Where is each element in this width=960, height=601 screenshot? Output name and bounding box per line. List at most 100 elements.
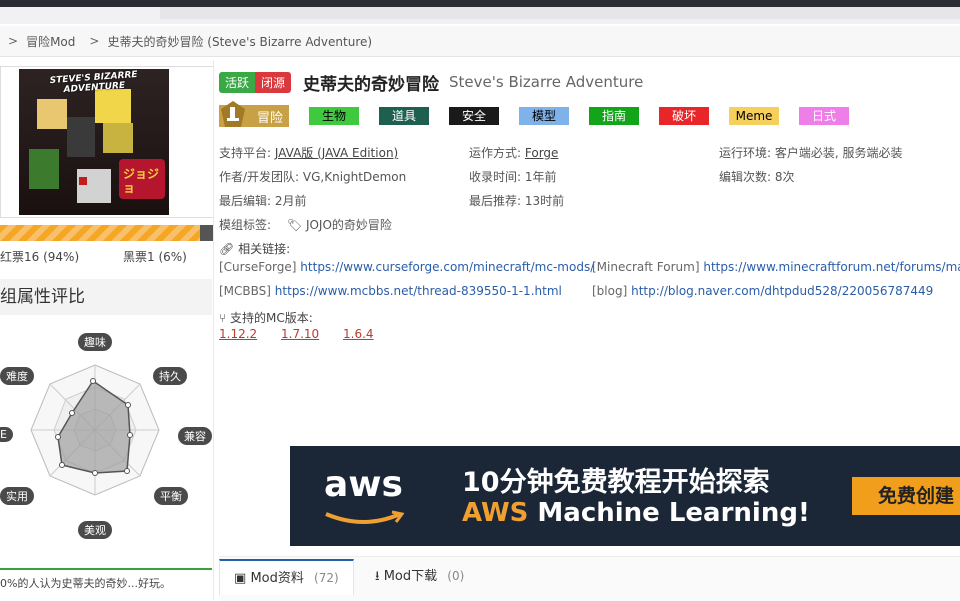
radar-label-balance: 平衡 [154, 487, 188, 505]
cover-image: ジョジョ STEVE'S BIZARRE ADVENTURE [19, 69, 169, 215]
runtime-link[interactable]: Forge [525, 146, 559, 160]
ad-headline: 10分钟免费教程开始探索 [462, 467, 770, 498]
version-list: 1.12.2 1.7.10 1.6.4 [219, 327, 394, 341]
tab-mod-info-count: (72) [314, 571, 339, 585]
branch-icon: ⑂ [219, 311, 227, 325]
radar-label-difficulty: 难度 [0, 367, 34, 385]
link-mcbbs: [MCBBS] https://www.mcbbs.net/thread-839… [219, 284, 562, 298]
breadcrumb-chevron-icon: > [89, 34, 100, 48]
links-heading-row: 🔗︎ 相关链接: [219, 240, 290, 257]
link-url-blog[interactable]: http://blog.naver.com/dhtpdud528/2200567… [631, 284, 933, 298]
info-tags: 模组标签: 🏷︎ JOJO的奇妙冒险 [219, 216, 392, 233]
tag-icon: 🏷︎ [286, 218, 303, 232]
ad-subheadline-rest: Machine Learning! [528, 498, 810, 528]
mod-title-row: 活跃 闭源 史蒂夫的奇妙冒险 Steve's Bizarre Adventure [219, 70, 644, 95]
info-platform: 支持平台: JAVA版 (JAVA Edition) [219, 144, 398, 161]
platform-link[interactable]: JAVA版 (JAVA Edition) [275, 146, 398, 160]
info-added: 收录时间: 1年前 [469, 168, 557, 185]
version-link[interactable]: 1.12.2 [219, 327, 257, 341]
mod-title-english: Steve's Bizarre Adventure [449, 73, 644, 91]
status-badge-closed-source: 闭源 [255, 71, 292, 93]
info-environment: 运行环境: 客户端必装, 服务端必装 [719, 144, 903, 161]
category-row: 冒险 生物 道具 安全 模型 指南 破坏 Meme 日式 [219, 101, 849, 128]
info-author: 作者/开发团队: VG,KnightDemon [219, 168, 406, 185]
version-link[interactable]: 1.7.10 [281, 327, 319, 341]
category-tag[interactable]: 生物 [309, 107, 359, 125]
cube-icon: ▣ [234, 571, 247, 586]
category-tag[interactable]: 安全 [449, 107, 499, 125]
env-label: 运行环境: [719, 146, 772, 160]
ad-subheadline-brand: AWS [462, 498, 529, 528]
radar-label-visuals: 美观 [78, 521, 112, 539]
category-tag[interactable]: 模型 [519, 107, 569, 125]
content-tabs: ▣ Mod资料 (72) ⭳ Mod下载 (0) [219, 556, 960, 601]
link-url-mcforum[interactable]: https://www.minecraftforum.net/forums/ma [703, 260, 960, 274]
link-mcforum: [Minecraft Forum] https://www.minecraftf… [592, 260, 960, 274]
top-strip-highlight [160, 7, 960, 19]
last-recommend-label: 最后推荐: [469, 194, 522, 208]
link-icon: 🔗︎ [219, 242, 235, 256]
link-site-blog: [blog] [592, 284, 628, 298]
edits-value: 8次 [774, 170, 795, 184]
platform-label: 支持平台: [219, 146, 272, 160]
link-site-mcbbs: [MCBBS] [219, 284, 271, 298]
author-value: VG,KnightDemon [302, 170, 407, 184]
black-votes: 黑票1 (6%) [123, 250, 187, 264]
category-labels: 生物 道具 安全 模型 指南 破坏 Meme 日式 [289, 107, 849, 125]
red-votes: 红票16 (94%) [0, 250, 80, 264]
link-site-curseforge: [CurseForge] [219, 260, 297, 274]
tag-jojo[interactable]: JOJO的奇妙冒险 [306, 218, 392, 232]
category-tag[interactable]: Meme [729, 107, 779, 125]
ad-subheadline: AWS Machine Learning! [462, 498, 810, 528]
mod-cover: ジョジョ STEVE'S BIZARRE ADVENTURE [0, 66, 214, 218]
adventure-icon [221, 101, 245, 127]
radar-label-fun: 趣味 [78, 333, 112, 351]
link-url-mcbbs[interactable]: https://www.mcbbs.net/thread-839550-1-1.… [275, 284, 562, 298]
radar-label-durability: 持久 [153, 367, 187, 385]
sidebar-divider [213, 60, 214, 600]
last-recommend-value: 13时前 [524, 194, 565, 208]
tab-mod-download[interactable]: ⭳ Mod下载 (0) [361, 559, 478, 593]
tags-label: 模组标签: [219, 218, 272, 232]
status-badge-active: 活跃 [219, 71, 256, 93]
links-heading: 相关链接: [238, 242, 291, 256]
aws-smile-icon [325, 510, 404, 524]
ad-cta-button[interactable]: 免费创建 [852, 477, 960, 515]
added-value: 1年前 [524, 170, 557, 184]
link-url-curseforge[interactable]: https://www.curseforge.com/minecraft/mc-… [300, 260, 594, 274]
rating-summary: 0%的人认为史蒂夫的奇妙...好玩。 [0, 568, 212, 600]
tab-mod-download-label: Mod下载 [383, 569, 438, 584]
vote-counts: 红票16 (94%) 黑票1 (6%) [0, 248, 212, 265]
info-runtime: 运作方式: Forge [469, 144, 558, 161]
vote-ratio-bar [0, 225, 213, 241]
category-tag[interactable]: 指南 [589, 107, 639, 125]
breadcrumb-item-adventure[interactable]: 冒险Mod [26, 33, 75, 50]
added-label: 收录时间: [469, 170, 522, 184]
breadcrumb-chevron-icon: > [8, 34, 19, 48]
radar-label-compatibility: 兼容 [178, 427, 212, 445]
category-tag[interactable]: 日式 [799, 107, 849, 125]
breadcrumb: > 冒险Mod > 史蒂夫的奇妙冒险 (Steve's Bizarre Adve… [0, 26, 960, 57]
versions-heading: 支持的MC版本: [230, 311, 313, 325]
tab-mod-info-label: Mod资料 [250, 571, 304, 586]
tab-mod-info[interactable]: ▣ Mod资料 (72) [219, 559, 354, 595]
category-main-label: 冒险 [256, 110, 283, 126]
download-icon: ⭳ [375, 569, 380, 584]
ad-banner[interactable]: aws 10分钟免费教程开始探索 AWS Machine Learning! 免… [290, 446, 960, 546]
category-tag[interactable]: 破坏 [659, 107, 709, 125]
category-tag[interactable]: 道具 [379, 107, 429, 125]
category-main-adventure[interactable]: 冒险 [219, 101, 289, 127]
edits-label: 编辑次数: [719, 170, 772, 184]
last-edit-value: 2月前 [274, 194, 307, 208]
info-last-recommend: 最后推荐: 13时前 [469, 192, 564, 209]
link-blog: [blog] http://blog.naver.com/dhtpdud528/… [592, 284, 933, 298]
version-link[interactable]: 1.6.4 [343, 327, 374, 341]
tab-mod-download-count: (0) [447, 569, 465, 583]
link-curseforge: [CurseForge] https://www.curseforge.com/… [219, 260, 594, 274]
info-last-edit: 最后编辑: 2月前 [219, 192, 307, 209]
breadcrumb-item-current[interactable]: 史蒂夫的奇妙冒险 (Steve's Bizarre Adventure) [107, 33, 372, 50]
env-value: 客户端必装, 服务端必装 [774, 146, 903, 160]
top-strip [0, 0, 960, 24]
runtime-label: 运作方式: [469, 146, 522, 160]
link-site-mcforum: [Minecraft Forum] [592, 260, 700, 274]
